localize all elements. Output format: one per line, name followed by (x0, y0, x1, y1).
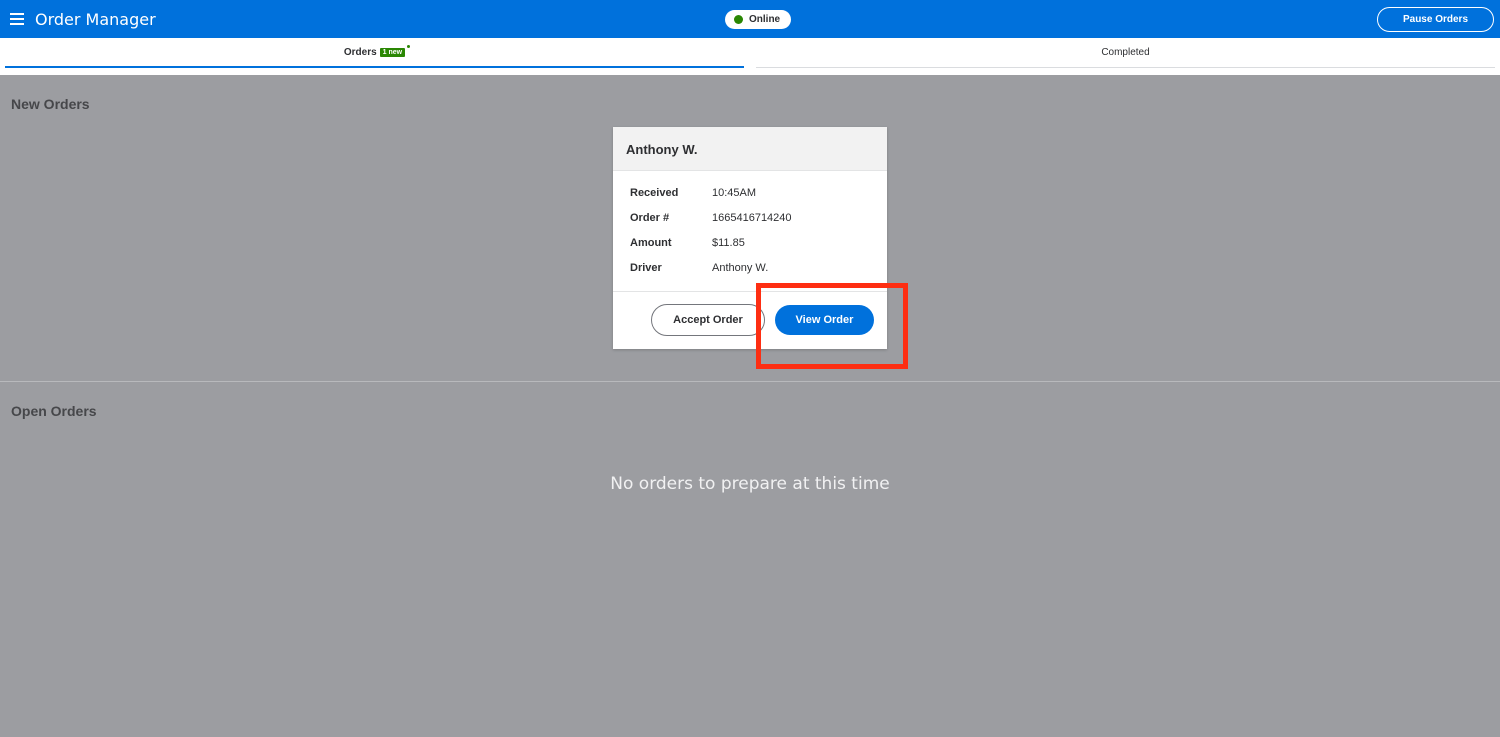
order-details: Received 10:45AM Order # 1665416714240 A… (613, 171, 887, 287)
open-orders-heading: Open Orders (11, 403, 97, 419)
tab-orders-label: Orders (343, 46, 377, 58)
order-card-customer: Anthony W. (613, 127, 887, 171)
order-detail-row: Order # 1665416714240 (630, 212, 887, 237)
order-detail-label: Order # (630, 212, 670, 224)
hamburger-menu-icon[interactable] (10, 13, 24, 25)
order-detail-row: Received 10:45AM (630, 187, 887, 212)
new-orders-badge-text: 1 new (382, 48, 403, 56)
order-card: Anthony W. Received 10:45AM Order # 1665… (613, 127, 887, 349)
status-dot-icon (734, 15, 743, 24)
order-detail-label: Driver (630, 262, 662, 274)
online-status-toggle[interactable]: Online (725, 10, 791, 29)
section-divider (0, 381, 1500, 382)
top-bar: Order Manager Online Pause Orders (0, 0, 1500, 38)
tab-bar: Orders 1 new Completed (0, 38, 1500, 75)
pause-orders-button[interactable]: Pause Orders (1377, 7, 1494, 32)
new-orders-heading: New Orders (11, 96, 90, 112)
accept-order-button[interactable]: Accept Order (651, 304, 765, 336)
tab-orders[interactable]: Orders 1 new (5, 38, 744, 68)
view-order-button[interactable]: View Order (775, 305, 874, 335)
notification-dot-icon (406, 43, 412, 49)
tab-completed-label: Completed (1101, 47, 1150, 58)
order-detail-value: 10:45AM (712, 187, 757, 199)
card-divider (613, 291, 887, 292)
status-label: Online (749, 14, 781, 25)
order-detail-value: Anthony W. (712, 262, 769, 274)
new-orders-badge: 1 new (379, 43, 412, 57)
tab-completed[interactable]: Completed (756, 38, 1495, 68)
order-detail-label: Amount (630, 237, 672, 249)
app-title: Order Manager (35, 10, 156, 29)
order-detail-label: Received (630, 187, 679, 199)
order-detail-row: Amount $11.85 (630, 237, 887, 262)
order-detail-value: 1665416714240 (712, 212, 792, 224)
order-detail-value: $11.85 (712, 237, 745, 249)
order-detail-row: Driver Anthony W. (630, 262, 887, 287)
empty-state-message: No orders to prepare at this time (610, 474, 890, 494)
